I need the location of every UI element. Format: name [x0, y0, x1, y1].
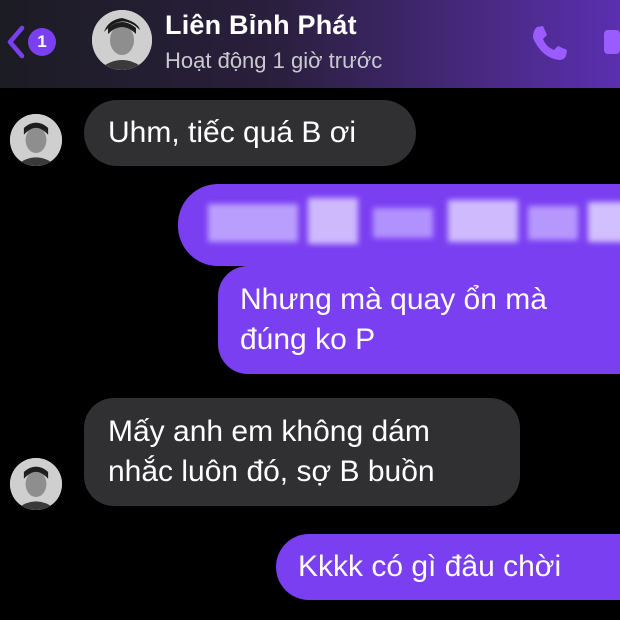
message-bubble-outgoing-blurred[interactable] [178, 184, 620, 266]
contact-avatar[interactable] [92, 10, 152, 70]
chat-header: 1 Liên Bỉnh Phát Hoạt động 1 giờ trước [0, 0, 620, 88]
phone-icon[interactable] [528, 22, 570, 64]
blurred-text-overlay [208, 198, 620, 244]
message-bubble-incoming[interactable]: Uhm, tiếc quá B ơi [84, 100, 416, 166]
message-text: Uhm, tiếc quá B ơi [108, 116, 357, 149]
unread-count-badge: 1 [28, 28, 56, 56]
sender-avatar[interactable] [10, 114, 62, 166]
message-text-line: Mấy anh em không dám [108, 415, 430, 448]
message-text-line: nhắc luôn đó, sợ B buồn [108, 455, 435, 488]
sender-avatar[interactable] [10, 458, 62, 510]
contact-name: Liên Bỉnh Phát [165, 10, 357, 40]
message-text: Kkkk có gì đâu chời [298, 550, 562, 583]
message-bubble-outgoing[interactable]: Kkkk có gì đâu chời [276, 534, 620, 600]
message-bubble-incoming[interactable]: Mấy anh em không dám nhắc luôn đó, sợ B … [84, 398, 520, 506]
message-text-line: Nhưng mà quay ổn mà [240, 283, 547, 316]
message-bubble-outgoing[interactable]: Nhưng mà quay ổn mà đúng ko P [218, 266, 620, 374]
back-button[interactable]: 1 [4, 22, 66, 62]
back-chevron-icon [7, 25, 25, 59]
chat-screen: 1 Liên Bỉnh Phát Hoạt động 1 giờ trước U… [0, 0, 620, 620]
active-status: Hoạt động 1 giờ trước [165, 48, 383, 73]
video-call-icon[interactable] [604, 24, 620, 60]
message-text-line: đúng ko P [240, 323, 376, 356]
